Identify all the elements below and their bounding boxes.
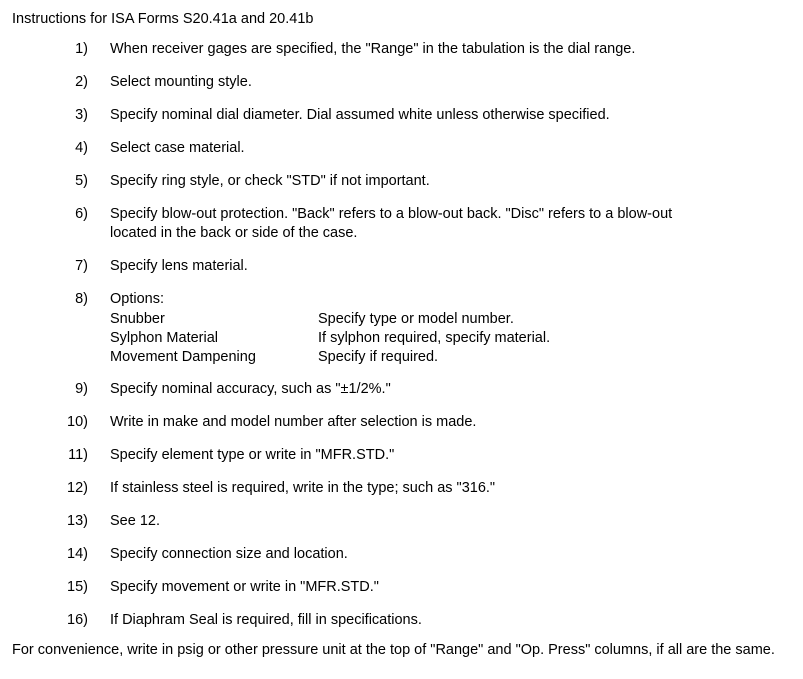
list-item-number: 11) xyxy=(68,447,88,463)
list-item-text: Write in make and model number after sel… xyxy=(110,414,477,430)
list-item: 15) Specify movement or write in "MFR.ST… xyxy=(0,578,803,597)
list-item-text: When receiver gages are specified, the "… xyxy=(110,41,636,57)
instruction-list: 1) When receiver gages are specified, th… xyxy=(0,40,803,644)
list-item-number: 13) xyxy=(67,513,88,529)
list-item-text: If stainless steel is required, write in… xyxy=(110,480,496,496)
list-item-text: Specify nominal dial diameter. Dial assu… xyxy=(110,107,610,123)
list-item: 4) Select case material. xyxy=(0,139,803,158)
list-item-text: Select mounting style. xyxy=(110,74,252,90)
document-title: Instructions for ISA Forms S20.41a and 2… xyxy=(12,11,314,27)
option-description: Specify if required. xyxy=(318,349,439,365)
list-item: 7) Specify lens material. xyxy=(0,257,803,276)
list-item-text: See 12. xyxy=(110,513,160,529)
list-item: 10) Write in make and model number after… xyxy=(0,413,803,432)
list-item-text: Select case material. xyxy=(110,140,245,156)
list-item: 6) Specify blow-out protection. "Back" r… xyxy=(0,205,803,243)
list-item: 9) Specify nominal accuracy, such as "±1… xyxy=(0,380,803,399)
option-label: Snubber xyxy=(110,311,165,327)
list-item-number: 15) xyxy=(67,579,88,595)
list-item: 16) If Diaphram Seal is required, fill i… xyxy=(0,611,803,630)
list-item: 5) Specify ring style, or check "STD" if… xyxy=(0,172,803,191)
option-description: If sylphon required, specify material. xyxy=(318,330,551,346)
list-item: 14) Specify connection size and location… xyxy=(0,545,803,564)
option-description: Specify type or model number. xyxy=(318,311,514,327)
list-item-number: 7) xyxy=(75,258,88,274)
list-item-text: Specify nominal accuracy, such as "±1/2%… xyxy=(110,381,391,397)
list-item: 12) If stainless steel is required, writ… xyxy=(0,479,803,498)
options-row: Snubber Specify type or model number. xyxy=(110,310,791,329)
list-item-text: Options: Snubber Specify type or model n… xyxy=(110,290,803,367)
list-item-number: 16) xyxy=(67,612,88,628)
list-item-number: 1) xyxy=(75,41,88,57)
options-heading: Options: xyxy=(110,291,164,307)
list-item-number: 10) xyxy=(67,414,88,430)
list-item: 13) See 12. xyxy=(0,512,803,531)
list-item-text: Specify lens material. xyxy=(110,258,248,274)
list-item-number: 6) xyxy=(75,206,88,222)
list-item: 1) When receiver gages are specified, th… xyxy=(0,40,803,59)
list-item-number: 4) xyxy=(75,140,88,156)
list-item-text-line2: located in the back or side of the case. xyxy=(110,225,358,241)
list-item-text: If Diaphram Seal is required, fill in sp… xyxy=(110,612,422,628)
closing-paragraph: For convenience, write in psig or other … xyxy=(12,642,775,658)
document-page: Instructions for ISA Forms S20.41a and 2… xyxy=(0,0,803,679)
list-item-number: 14) xyxy=(67,546,88,562)
list-item-text: Specify element type or write in "MFR.ST… xyxy=(110,447,395,463)
option-label: Sylphon Material xyxy=(110,330,218,346)
options-row: Movement Dampening Specify if required. xyxy=(110,348,791,367)
list-item: 3) Specify nominal dial diameter. Dial a… xyxy=(0,106,803,125)
list-item-number: 3) xyxy=(75,107,88,123)
list-item-text: Specify ring style, or check "STD" if no… xyxy=(110,173,430,189)
option-label: Movement Dampening xyxy=(110,349,256,365)
list-item-number: 2) xyxy=(75,74,88,90)
list-item-number: 12) xyxy=(67,480,88,496)
list-item-text: Specify blow-out protection. "Back" refe… xyxy=(110,205,803,243)
list-item-text: Specify connection size and location. xyxy=(110,546,348,562)
list-item-options: 8) Options: Snubber Specify type or mode… xyxy=(0,290,803,367)
options-table: Snubber Specify type or model number. Sy… xyxy=(110,310,791,367)
list-item-text-line1: Specify blow-out protection. "Back" refe… xyxy=(110,206,673,222)
list-item-number: 9) xyxy=(75,381,88,397)
list-item-text: Specify movement or write in "MFR.STD." xyxy=(110,579,379,595)
list-item-number: 5) xyxy=(75,173,88,189)
list-item: 2) Select mounting style. xyxy=(0,73,803,92)
list-item-number: 8) xyxy=(75,291,88,307)
options-row: Sylphon Material If sylphon required, sp… xyxy=(110,329,791,348)
list-item: 11) Specify element type or write in "MF… xyxy=(0,446,803,465)
